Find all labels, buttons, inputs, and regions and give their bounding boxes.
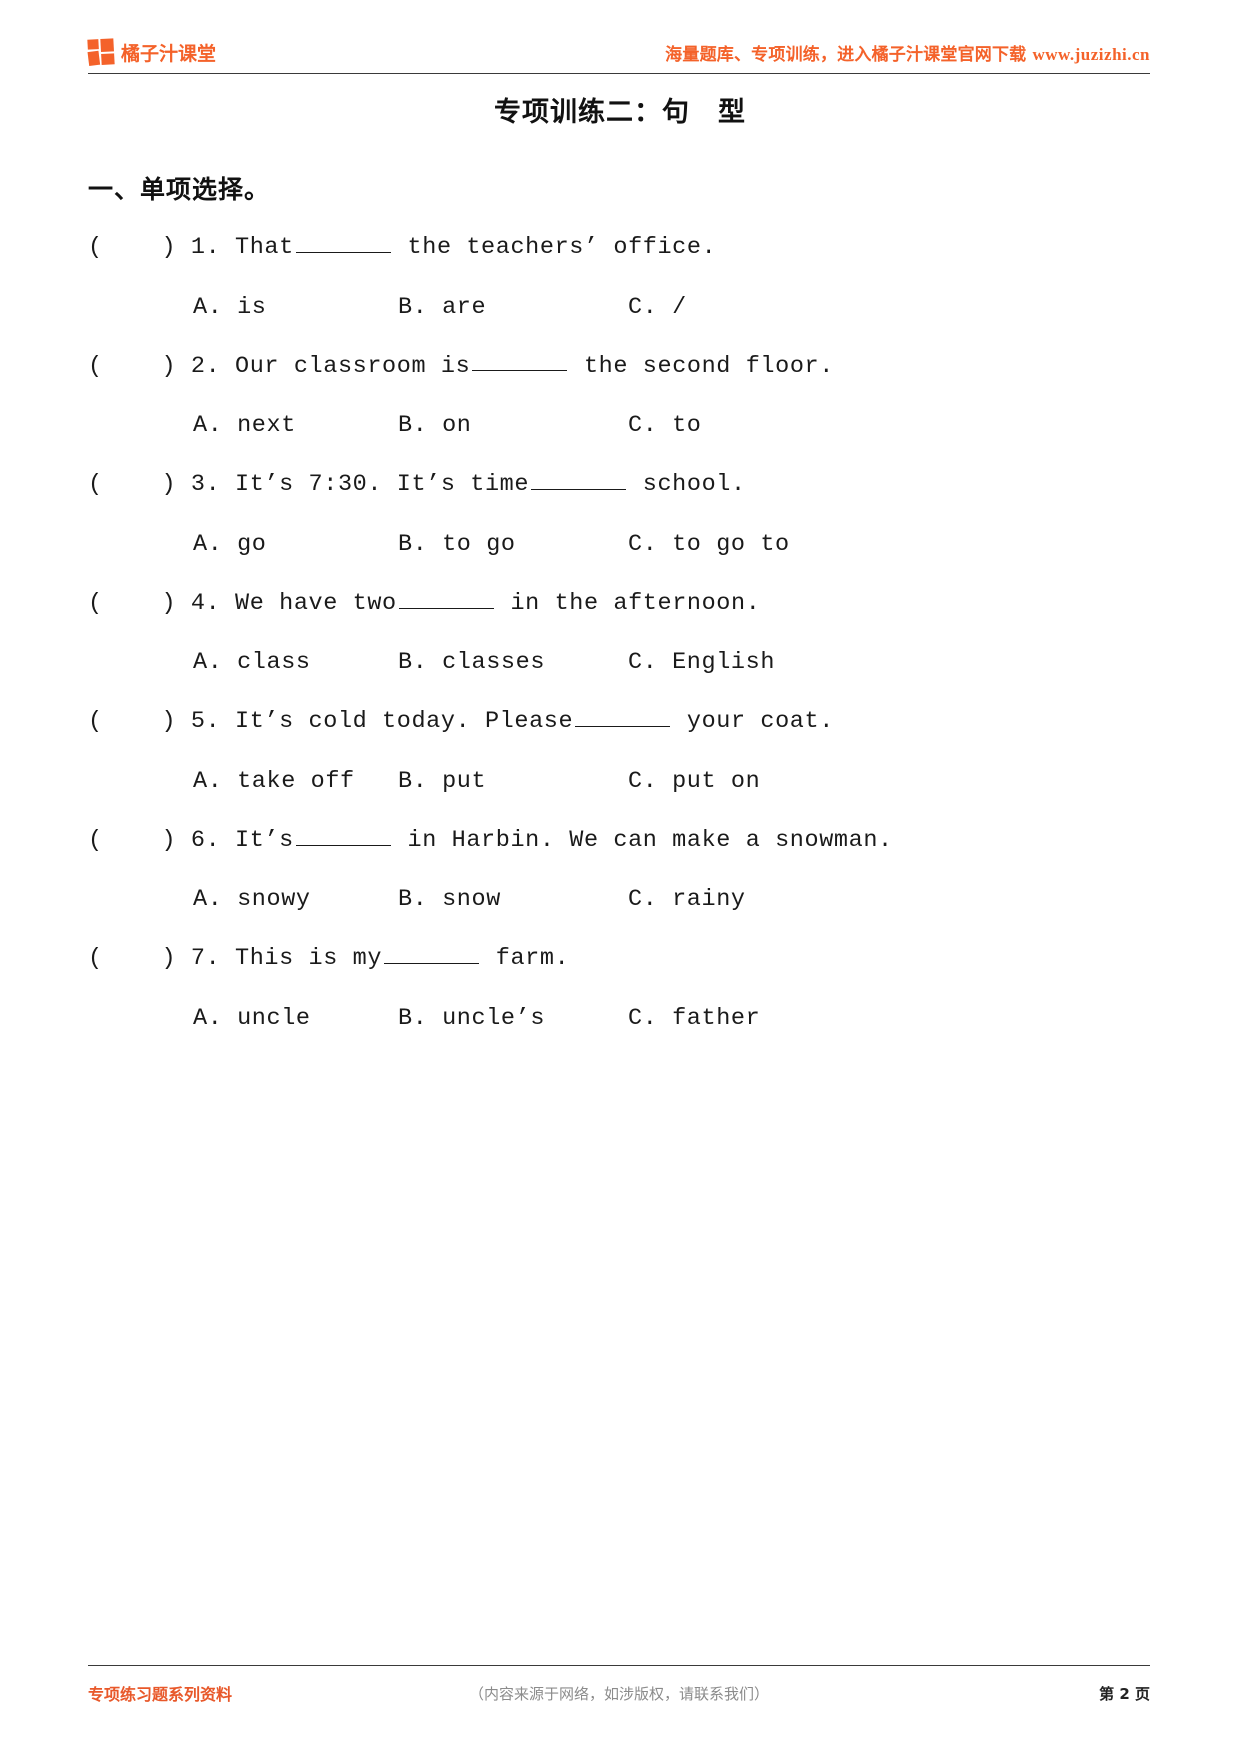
footer-copyright-note: （内容来源于网络，如涉版权，请联系我们） — [468, 1684, 769, 1703]
question-item: ( ) 3. It’s 7:30. It’s time school. A. g… — [88, 469, 1152, 558]
question-stem: ( ) 7. This is my farm. — [88, 943, 1152, 975]
page-header: 橘子汁课堂 海量题库、专项训练，进入橘子汁课堂官网下载 www.juzizhi.… — [87, 33, 1150, 71]
option-a[interactable]: A. class — [193, 649, 398, 676]
option-c[interactable]: C. to — [628, 412, 702, 439]
question-stem: ( ) 5. It’s cold today. Please your coat… — [88, 706, 1152, 738]
option-row: A. go B. to go C. to go to — [88, 531, 1152, 558]
question-stem-before: It’s 7:30. It’s time — [220, 471, 530, 498]
header-website-url: www.juzizhi.cn — [1032, 44, 1150, 64]
option-a[interactable]: A. go — [193, 531, 398, 558]
answer-bracket-2[interactable]: ( ) 2. — [88, 352, 220, 379]
question-stem-before: We have two — [220, 589, 397, 617]
fill-blank — [295, 825, 391, 846]
option-c[interactable]: C. put on — [628, 768, 760, 795]
answer-bracket-1[interactable]: ( ) 1. — [88, 234, 220, 261]
section-heading: 一、单项选择。 — [88, 175, 271, 204]
question-stem-after: farm. — [481, 945, 570, 973]
question-item: ( ) 4. We have two in the afternoon. A. … — [88, 588, 1152, 677]
answer-bracket-6[interactable]: ( ) 6. — [88, 827, 220, 854]
page-title: 专项训练二：句 型 — [494, 97, 746, 128]
brand-name: 橘子汁课堂 — [121, 42, 217, 65]
option-a[interactable]: A. take off — [193, 768, 398, 795]
page-footer: 专项练习题系列资料 （内容来源于网络，如涉版权，请联系我们） 第 2 页 — [88, 1680, 1150, 1706]
question-stem-after: school. — [628, 471, 746, 498]
option-a[interactable]: A. is — [193, 294, 398, 321]
question-stem: ( ) 4. We have two in the afternoon. — [88, 588, 1152, 620]
header-divider — [88, 73, 1150, 74]
brand-logo: 橘子汁课堂 — [87, 38, 217, 67]
answer-bracket-5[interactable]: ( ) 5. — [88, 708, 220, 735]
option-b[interactable]: B. uncle’s — [398, 1005, 628, 1032]
option-a[interactable]: A. next — [193, 412, 398, 439]
question-item: ( ) 1. That the teachers’ office. A. is B… — [88, 232, 1152, 321]
option-c[interactable]: C. to go to — [628, 531, 790, 558]
question-stem-before: This is my — [220, 945, 383, 973]
document-page: 橘子汁课堂 海量题库、专项训练，进入橘子汁课堂官网下载 www.juzizhi.… — [0, 0, 1240, 1754]
option-b[interactable]: B. classes — [398, 649, 628, 676]
question-stem-before: It’s — [220, 826, 294, 854]
question-stem-after: in Harbin. We can make a snowman. — [392, 826, 893, 854]
question-stem-before: Our classroom is — [220, 352, 471, 380]
question-stem-before: That — [220, 233, 294, 261]
option-b[interactable]: B. to go — [398, 531, 628, 558]
option-row: A. uncle B. uncle’s C. father — [88, 1005, 1152, 1032]
option-row: A. is B. are C. / — [88, 294, 1152, 321]
question-stem-after: your coat. — [672, 708, 834, 736]
option-c[interactable]: C. rainy — [628, 886, 746, 913]
option-c[interactable]: C. father — [628, 1005, 760, 1032]
option-row: A. snowy B. snow C. rainy — [88, 886, 1152, 913]
fill-blank — [575, 706, 671, 728]
question-stem: ( ) 1. That the teachers’ office. — [88, 232, 1152, 264]
option-b[interactable]: B. on — [398, 412, 628, 439]
option-c[interactable]: C. English — [628, 649, 775, 676]
footer-divider — [88, 1665, 1150, 1666]
question-stem: ( ) 6. It’s in Harbin. We can make a sno… — [88, 825, 1152, 857]
question-stem: ( ) 2. Our classroom is the second floor… — [88, 351, 1152, 383]
header-slogan: 海量题库、专项训练，进入橘子汁课堂官网下载 www.juzizhi.cn — [665, 40, 1150, 65]
question-stem-before: It’s cold today. Please — [220, 708, 574, 736]
option-b[interactable]: B. put — [398, 768, 628, 795]
answer-bracket-7[interactable]: ( ) 7. — [88, 945, 220, 972]
option-row: A. class B. classes C. English — [88, 649, 1152, 676]
answer-bracket-3[interactable]: ( ) 3. — [88, 471, 220, 498]
question-stem: ( ) 3. It’s 7:30. It’s time school. — [88, 469, 1152, 501]
option-row: A. take off B. put C. put on — [88, 768, 1152, 795]
question-item: ( ) 7. This is my farm. A. uncle B. uncle… — [88, 943, 1152, 1032]
question-item: ( ) 6. It’s in Harbin. We can make a sno… — [88, 825, 1152, 914]
fill-blank — [398, 588, 494, 609]
fill-blank — [384, 943, 480, 965]
four-square-grid-icon — [87, 38, 115, 67]
option-a[interactable]: A. uncle — [193, 1005, 398, 1032]
question-stem-after: the second floor. — [569, 352, 834, 380]
header-slogan-text: 海量题库、专项训练，进入橘子汁课堂官网下载 — [665, 44, 1033, 65]
question-item: ( ) 5. It’s cold today. Please your coat… — [88, 706, 1152, 795]
fill-blank — [531, 469, 627, 490]
worksheet-content: 一、单项选择。 ( ) 1. That the teachers’ office… — [88, 170, 1152, 1062]
question-stem-after: the teachers’ office. — [392, 233, 717, 261]
option-b[interactable]: B. are — [398, 294, 628, 321]
option-b[interactable]: B. snow — [398, 886, 628, 913]
question-item: ( ) 2. Our classroom is the second floor… — [88, 351, 1152, 439]
option-row: A. next B. on C. to — [88, 412, 1152, 439]
fill-blank — [472, 351, 568, 372]
option-c[interactable]: C. / — [628, 294, 687, 321]
answer-bracket-4[interactable]: ( ) 4. — [88, 590, 220, 617]
option-a[interactable]: A. snowy — [193, 886, 398, 913]
fill-blank — [295, 232, 391, 253]
question-stem-after: in the afternoon. — [495, 589, 761, 617]
